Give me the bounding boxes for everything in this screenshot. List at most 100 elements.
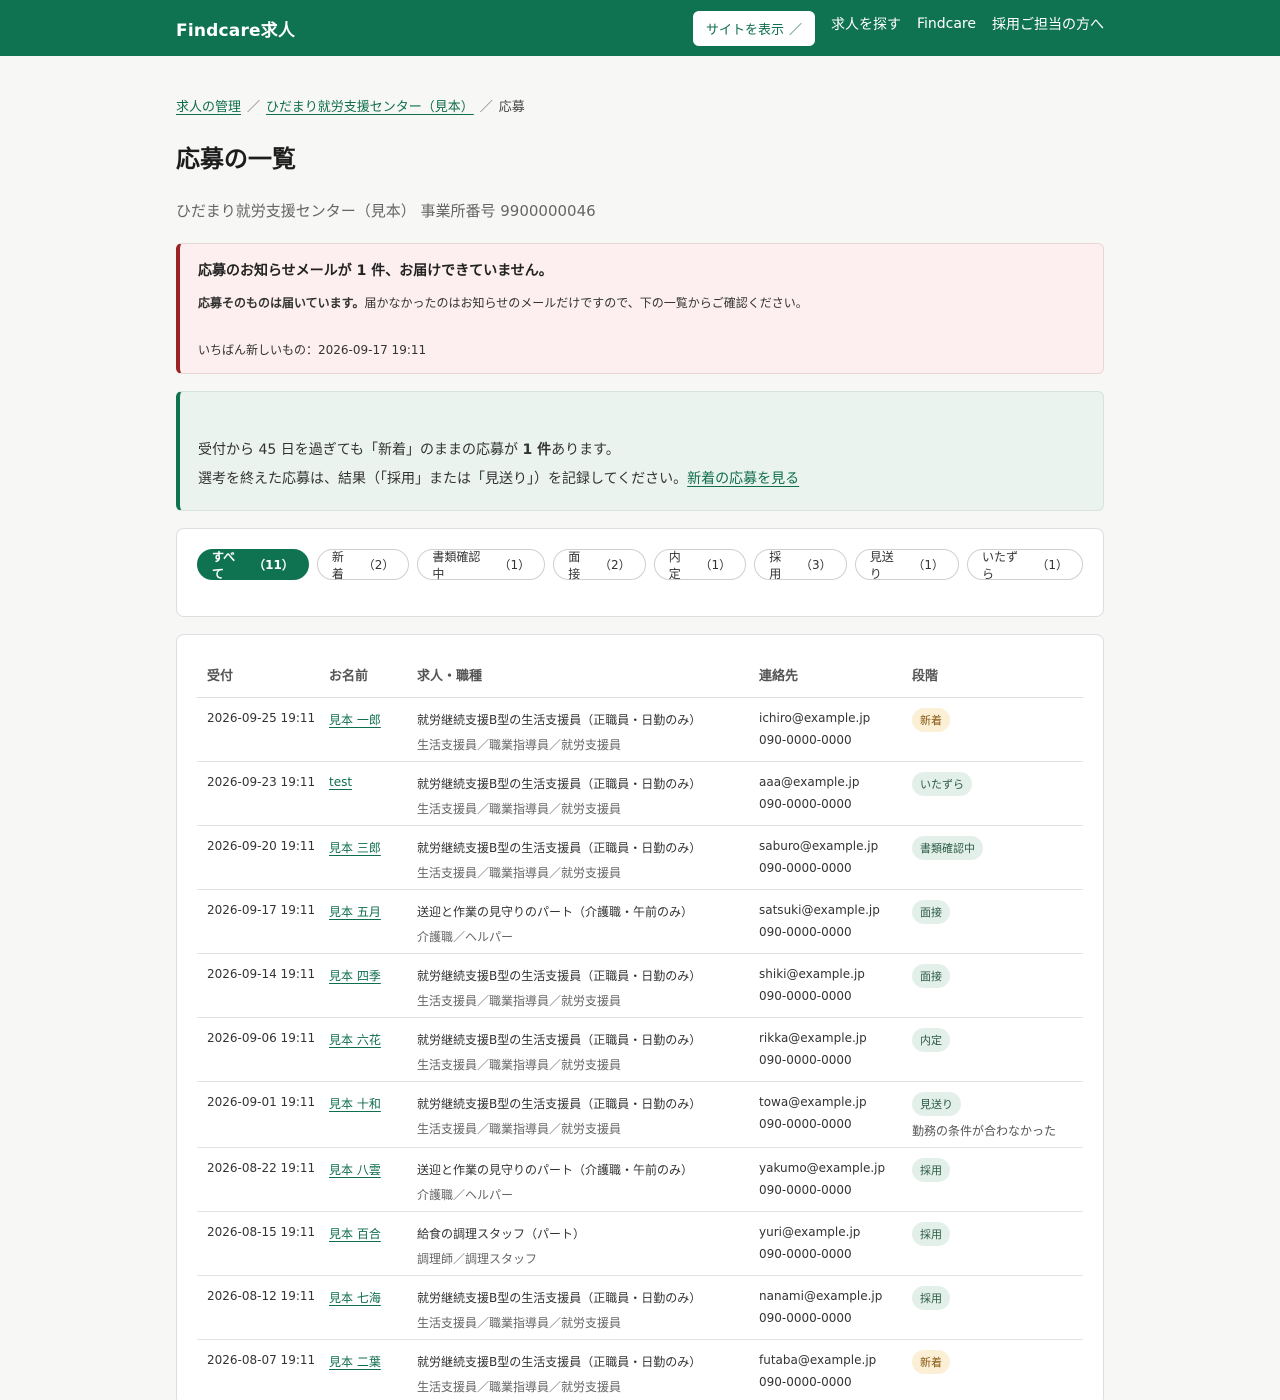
filter-pill-label: 採用 [769,549,782,581]
contact-phone: 090-0000-0000 [759,1310,852,1325]
breadcrumb-jobs[interactable]: 求人の管理 [176,96,241,115]
applicant-name-link[interactable]: 見本 六花 [329,1033,381,1047]
cell-job: 就労継続支援B型の生活支援員（正職員・日勤のみ） 生活支援員／職業指導員／就労支援… [417,825,759,890]
cell-stage: 新着 [912,1339,1083,1400]
cell-job: 就労継続支援B型の生活支援員（正職員・日勤のみ） 生活支援員／職業指導員／就労支援… [417,761,759,826]
page-title: 応募の一覧 [176,145,296,173]
cell-stage: 新着 [912,697,1083,762]
nav-link-employers[interactable]: 採用ご担当の方へ [992,14,1104,34]
contact-email: saburo@example.jp [759,838,879,853]
filter-pill-count: （2） [599,558,631,572]
cell-stage: 面接 [912,889,1083,954]
cell-stage: 採用 [912,1275,1083,1340]
table-row: 2026-09-25 19:11 見本 一郎 就労継続支援B型の生活支援員（正職員・… [197,697,1083,762]
cell-contact: aaa@example.jp 090-0000-0000 [759,761,912,826]
contact-email: rikka@example.jp [759,1030,867,1045]
filter-pill[interactable]: 内定 （1） [653,549,747,581]
applicant-name-link[interactable]: 見本 四季 [329,969,381,983]
filter-pill[interactable]: 面接 （2） [553,549,646,581]
cell-date: 2026-09-14 19:11 [197,953,329,1018]
applicant-name-link[interactable]: 見本 三郎 [329,841,381,855]
job-title: 就労継続支援B型の生活支援員（正職員・日勤のみ） [417,776,702,791]
top-nav: サイトを表示 ／ 求人を探す Findcare 採用ご担当の方へ [692,3,1104,46]
applicant-name-link[interactable]: 見本 七海 [329,1291,381,1305]
table-row: 2026-09-23 19:11 test 就労継続支援B型の生活支援員（正職員・日… [197,761,1083,826]
applicant-name-link[interactable]: 見本 二葉 [329,1355,381,1369]
nav-link-findcare[interactable]: Findcare [917,16,976,32]
cell-date: 2026-09-23 19:11 [197,761,329,826]
cell-name: 見本 四季 [329,953,417,1018]
cell-stage: 内定 [912,1017,1083,1082]
external-link-icon: ／ [788,22,802,38]
filter-pill[interactable]: すべて （11） [197,549,309,581]
cell-stage: 見送り 勤務の条件が合わなかった [912,1081,1083,1148]
breadcrumb: 求人の管理 ／ ひだまり就労支援センター（見本） ／ 応募 [176,96,1104,115]
job-title: 就労継続支援B型の生活支援員（正職員・日勤のみ） [417,840,702,855]
cell-contact: satsuki@example.jp 090-0000-0000 [759,889,912,954]
col-header-name: お名前 [329,653,417,698]
filter-pill[interactable]: 採用 （3） [754,549,847,581]
applicant-name-link[interactable]: 見本 五月 [329,905,381,919]
filter-pill[interactable]: 新着 （2） [316,549,410,581]
alert-body: 応募そのものは届いています。届かなかったのはお知らせのメールだけですので、下の一… [198,294,1085,311]
cell-name: 見本 三郎 [329,825,417,890]
stage-badge: 面接 [912,963,950,988]
table-header-row: 受付 お名前 求人・職種 連絡先 段階 [197,653,1083,698]
filter-pill[interactable]: 見送り （1） [854,549,959,581]
filter-pill-label: 内定 [668,549,681,581]
cell-job: 就労継続支援B型の生活支援員（正職員・日勤のみ） 生活支援員／職業指導員／就労支援… [417,697,759,762]
job-category: 生活支援員／職業指導員／就労支援員 [417,737,622,752]
stage-badge: 採用 [912,1157,950,1182]
filter-pill-count: （1） [912,558,944,572]
applicant-name-link[interactable]: 見本 百合 [329,1227,381,1241]
brand-logo[interactable]: Findcare求人 [176,16,295,41]
cell-contact: saburo@example.jp 090-0000-0000 [759,825,912,890]
cell-job: 就労継続支援B型の生活支援員（正職員・日勤のみ） 生活支援員／職業指導員／就労支援… [417,1081,759,1148]
job-category: 生活支援員／職業指導員／就労支援員 [417,801,622,816]
applicant-name-link[interactable]: 見本 八雲 [329,1163,381,1177]
job-category: 生活支援員／職業指導員／就労支援員 [417,1121,622,1136]
contact-phone: 090-0000-0000 [759,796,852,811]
job-category: 生活支援員／職業指導員／就労支援員 [417,1057,622,1072]
stage-badge: 新着 [912,707,950,732]
alert-body-text: 届かなかったのはお知らせのメールだけですので、下の一覧からご確認ください。 [364,296,808,310]
cell-contact: yuri@example.jp 090-0000-0000 [759,1211,912,1276]
table-row: 2026-09-20 19:11 見本 三郎 就労継続支援B型の生活支援員（正職員・… [197,825,1083,890]
nav-link-jobs[interactable]: 求人を探す [831,14,901,34]
cell-name: 見本 百合 [329,1211,417,1276]
notice-line-2: 選考を終えた応募は、結果（「採用」または「見送り」）を記録してください。新着の応… [198,465,1085,494]
filter-pill[interactable]: 書類確認中 （1） [417,549,546,581]
cell-name: test [329,761,417,826]
filter-pill-count: （1） [498,558,531,572]
filter-pill-count: （3） [800,558,832,572]
cell-job: 就労継続支援B型の生活支援員（正職員・日勤のみ） 生活支援員／職業指導員／就労支援… [417,1275,759,1340]
applicant-name-link[interactable]: test [329,775,352,789]
applicant-name-link[interactable]: 見本 十和 [329,1097,381,1111]
filter-pill-count: （2） [362,558,395,572]
applicant-name-link[interactable]: 見本 一郎 [329,713,381,727]
col-header-contact: 連絡先 [759,653,912,698]
table-row: 2026-08-07 19:11 見本 二葉 就労継続支援B型の生活支援員（正職員・… [197,1339,1083,1400]
cell-contact: towa@example.jp 090-0000-0000 [759,1081,912,1148]
contact-phone: 090-0000-0000 [759,1182,852,1197]
contact-phone: 090-0000-0000 [759,988,852,1003]
job-title: 就労継続支援B型の生活支援員（正職員・日勤のみ） [417,712,702,727]
breadcrumb-separator: ／ [247,100,261,115]
table-row: 2026-08-12 19:11 見本 七海 就労継続支援B型の生活支援員（正職員・… [197,1275,1083,1340]
top-header: Findcare求人 サイトを表示 ／ 求人を探す Findcare 採用ご担当… [0,0,1280,56]
notice-instruction: 選考を終えた応募は、結果（「採用」または「見送り」）を記録してください。 [198,471,688,487]
contact-email: futaba@example.jp [759,1352,877,1367]
breadcrumb-office[interactable]: ひだまり就労支援センター（見本） [266,96,474,115]
view-new-link[interactable]: 新着の応募を見る [687,471,799,487]
cell-date: 2026-08-07 19:11 [197,1339,329,1400]
table-row: 2026-08-15 19:11 見本 百合 給食の調理スタッフ（パート） 調理師／調… [197,1211,1083,1276]
view-site-button[interactable]: サイトを表示 ／ [692,10,815,46]
cell-name: 見本 一郎 [329,697,417,762]
status-filter-card: すべて （11） 新着 （2） 書類確認中 （1） 面接 （2） 内定 （1） 採用 （3） 見送り （1… [176,528,1104,617]
contact-email: shiki@example.jp [759,966,865,981]
filter-pill[interactable]: いたずら （1） [966,549,1084,581]
contact-phone: 090-0000-0000 [759,924,852,939]
contact-email: satsuki@example.jp [759,902,880,917]
col-header-job: 求人・職種 [417,653,759,698]
contact-email: ichiro@example.jp [759,710,871,725]
